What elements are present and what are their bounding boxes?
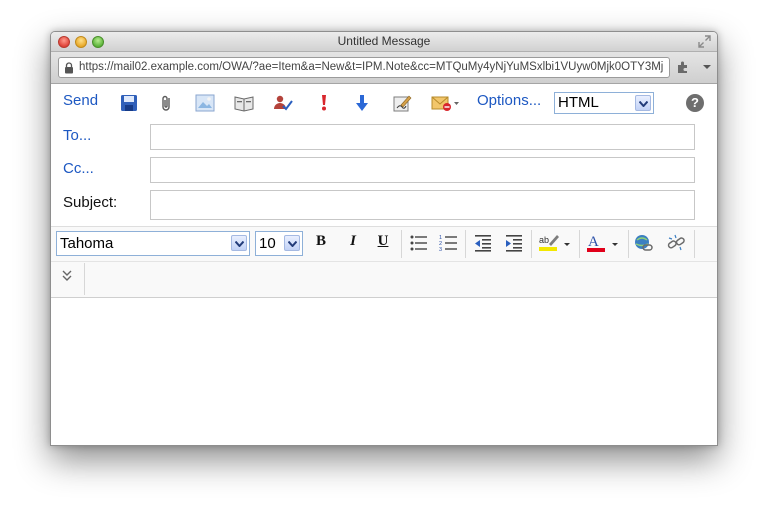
bold-button[interactable]: B [310,233,332,255]
underline-button[interactable]: U [372,233,394,255]
insert-image-icon[interactable] [195,94,215,112]
toolbar-divider [628,230,629,258]
chevron-down-icon [231,235,247,251]
insert-link-icon[interactable] [634,234,654,252]
chevron-down-icon[interactable] [703,63,711,71]
bullets-icon[interactable] [409,234,429,252]
options-button[interactable]: Options... [477,92,541,109]
numbering-icon[interactable]: 1 2 3 [439,234,459,252]
formatting-toolbar-row-2 [51,261,717,262]
message-body-editor[interactable] [51,299,717,445]
toolbar-divider [531,230,532,258]
format-value: HTML [558,94,599,111]
url-field[interactable]: https://mail02.example.com/OWA/?ae=Item&… [58,57,670,78]
toolbar-divider [84,263,85,295]
subject-field[interactable] [150,190,695,220]
toolbar-divider [579,230,580,258]
save-icon[interactable] [119,94,139,112]
format-select[interactable]: HTML [554,92,654,114]
decrease-indent-icon[interactable] [473,234,493,252]
font-value: Tahoma [60,235,114,252]
lock-icon [65,62,73,74]
compose-window: Untitled Message https://mail02.example.… [50,31,718,446]
compose-form: Send Options... HTML ? To... Cc... Subje… [51,85,717,445]
to-button[interactable]: To... [63,127,91,144]
svg-text:A: A [588,234,599,250]
help-icon[interactable]: ? [686,94,704,112]
compose-toolbar: Send Options... HTML ? [51,85,717,119]
puzzle-icon[interactable] [675,59,691,75]
attach-icon[interactable] [157,94,177,112]
chevron-down-icon [284,235,300,251]
size-select[interactable]: 10 [255,231,303,256]
address-bar-buttons [675,58,711,77]
cc-button[interactable]: Cc... [63,160,94,177]
high-importance-icon[interactable] [314,94,334,112]
send-button[interactable]: Send [63,92,98,109]
size-value: 10 [259,235,276,252]
url-text: https://mail02.example.com/OWA/?ae=Item&… [79,61,664,73]
title-bar: Untitled Message [51,32,717,52]
font-color-icon[interactable]: A [585,232,623,254]
check-names-icon[interactable] [273,94,293,112]
subject-label: Subject: [63,194,118,211]
toolbar-divider [694,230,695,258]
svg-text:3: 3 [439,247,442,252]
cc-field[interactable] [150,157,695,183]
to-field[interactable] [150,124,695,150]
toolbar-divider [465,230,466,258]
font-select[interactable]: Tahoma [56,231,250,256]
increase-indent-icon[interactable] [504,234,524,252]
window-title: Untitled Message [337,34,431,48]
address-bar: https://mail02.example.com/OWA/?ae=Item&… [51,52,717,84]
chevron-down-icon [635,95,651,111]
svg-text:ab: ab [539,235,549,245]
fullscreen-icon[interactable] [698,35,711,48]
highlight-icon[interactable]: ab [537,233,573,253]
low-importance-icon[interactable] [352,94,372,112]
italic-button[interactable]: I [342,233,364,255]
message-options-icon[interactable] [431,94,461,112]
remove-link-icon[interactable] [666,234,686,252]
formatting-toolbar: Tahoma 10 B I U 1 2 3 ab A [51,226,717,298]
signature-icon[interactable] [392,94,412,112]
toolbar-divider [401,230,402,258]
expand-toolbar-icon[interactable] [61,269,73,283]
address-book-icon[interactable] [234,94,254,112]
